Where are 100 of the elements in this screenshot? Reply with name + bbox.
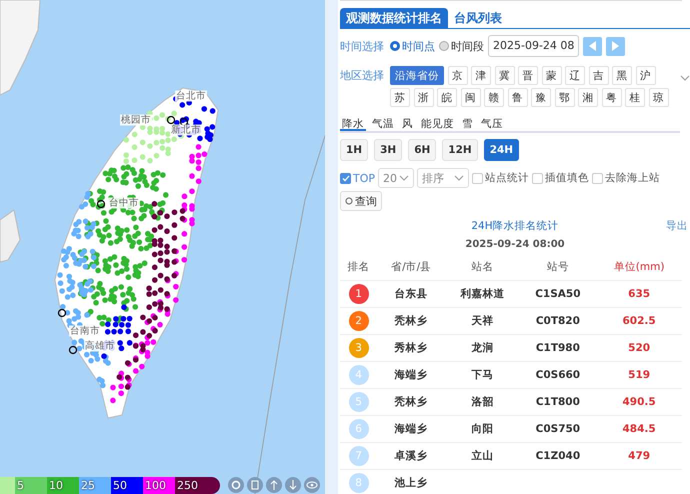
duration-button[interactable]: 24H xyxy=(484,139,520,161)
element-tab[interactable]: 雪 xyxy=(460,118,475,131)
duration-button[interactable]: 6H xyxy=(408,139,436,161)
next-button[interactable] xyxy=(606,36,626,56)
region-chip[interactable]: 吉 xyxy=(588,66,608,85)
column-header: 单位(mm) xyxy=(596,254,682,280)
element-tab[interactable]: 气温 xyxy=(370,118,396,131)
ranking-title: 24H降水排名统计 xyxy=(470,220,560,232)
duration-button[interactable]: 12H xyxy=(442,139,478,161)
region-chip[interactable]: 粤 xyxy=(602,88,622,107)
legend-swatch: 100 xyxy=(143,477,175,494)
table-cell: 立山 xyxy=(445,442,520,470)
region-chip[interactable]: 赣 xyxy=(484,88,504,107)
tab[interactable]: 台风列表 xyxy=(448,8,508,28)
previous-button[interactable] xyxy=(583,36,602,56)
table-cell: 635 xyxy=(596,280,682,308)
column-header: 排名 xyxy=(340,254,378,280)
settings-button[interactable] xyxy=(228,477,244,493)
region-chip[interactable]: 津 xyxy=(471,66,491,85)
table-cell: 卓溪乡 xyxy=(377,442,446,470)
table-cell: 向阳 xyxy=(445,416,520,442)
table-cell: C0S660 xyxy=(520,362,596,388)
table-cell: 下马 xyxy=(445,362,520,388)
region-chip[interactable]: 沪 xyxy=(636,66,656,85)
city-label: 新北市 xyxy=(170,124,202,136)
chevron-down-icon xyxy=(399,175,410,181)
region-chip[interactable]: 浙 xyxy=(414,88,434,107)
element-tab[interactable]: 风 xyxy=(400,118,415,131)
region-chip[interactable]: 辽 xyxy=(565,66,585,85)
table-cell: C0T820 xyxy=(520,308,596,334)
option-checkbox[interactable]: 插值填色 xyxy=(532,171,590,185)
city-label: 高雄市 xyxy=(84,340,116,352)
ranking-date: 2025-09-24 08:00 xyxy=(464,238,566,252)
duration-button[interactable]: 1H xyxy=(340,139,368,161)
column-header: 站名 xyxy=(445,254,520,280)
region-chip[interactable]: 湘 xyxy=(578,88,598,107)
table-cell: 秀林乡 xyxy=(377,334,446,362)
rank-badge: 3 xyxy=(348,338,369,358)
region-chip[interactable]: 闽 xyxy=(460,88,480,107)
element-tab[interactable]: 能见度 xyxy=(419,118,456,131)
table-cell: 海端乡 xyxy=(377,416,446,442)
table-cell: C0S750 xyxy=(520,416,596,442)
region-chip[interactable]: 黑 xyxy=(612,66,632,85)
table-cell: 602.5 xyxy=(596,308,682,334)
table-cell: 479 xyxy=(596,442,682,470)
date-field[interactable]: 2025-09-24 08 xyxy=(488,35,580,57)
arrow-down-icon xyxy=(289,480,297,490)
table-cell: 海端乡 xyxy=(377,362,446,388)
time-label: 时间选择 xyxy=(340,38,384,54)
table-cell: 池上乡 xyxy=(377,470,446,494)
rank-badge: 8 xyxy=(348,473,369,493)
region-chip[interactable]: 晋 xyxy=(518,66,538,85)
tab[interactable]: 观测数据统计排名 xyxy=(340,8,448,28)
eye-icon xyxy=(306,481,318,489)
count-select[interactable]: 20 xyxy=(378,168,414,188)
rank-badge: 4 xyxy=(348,365,369,385)
region-chip[interactable]: 鄂 xyxy=(554,88,574,107)
arrow-up-icon xyxy=(270,480,278,490)
table-cell: 484.5 xyxy=(596,416,682,442)
duration-button[interactable]: 3H xyxy=(374,139,402,161)
option-checkbox[interactable]: 站点统计 xyxy=(472,171,530,185)
region-chip[interactable]: 苏 xyxy=(390,88,410,107)
rank-badge: 5 xyxy=(348,392,369,412)
table-cell: C1Z040 xyxy=(520,442,596,470)
region-label: 地区选择 xyxy=(340,68,384,84)
region-chip[interactable]: 豫 xyxy=(531,88,551,107)
city-label: 台南市 xyxy=(69,326,101,336)
time-mode-radio[interactable]: 时间点 xyxy=(390,38,435,54)
option-checkbox[interactable]: 去除海上站 xyxy=(592,171,660,185)
legend-swatch: 10 xyxy=(47,477,79,494)
city-label: 桃园市 xyxy=(120,114,152,126)
sort-select[interactable]: 排序 xyxy=(417,168,470,188)
table-cell: 天祥 xyxy=(445,308,520,334)
check-icon xyxy=(342,174,350,182)
table-cell: C1SA50 xyxy=(520,280,596,308)
chevron-down-icon xyxy=(680,75,690,81)
caret-left-icon xyxy=(589,41,596,51)
down-button[interactable] xyxy=(285,477,301,493)
region-chip[interactable]: 冀 xyxy=(494,66,514,85)
region-chip[interactable]: 沿海省份 xyxy=(390,66,444,85)
up-button[interactable] xyxy=(266,477,282,493)
column-header: 站号 xyxy=(520,254,596,280)
region-chip[interactable]: 桂 xyxy=(625,88,645,107)
region-chip[interactable]: 鲁 xyxy=(508,88,528,107)
table-cell: 490.5 xyxy=(596,388,682,416)
query-button[interactable]: 查询 xyxy=(340,191,382,211)
delete-button[interactable] xyxy=(247,477,263,493)
visibility-button[interactable] xyxy=(304,477,320,493)
rank-badge: 6 xyxy=(348,419,369,439)
city-label: 台北市 xyxy=(175,90,207,102)
element-tab[interactable]: 气压 xyxy=(479,118,505,131)
region-chip[interactable]: 皖 xyxy=(437,88,457,107)
legend-swatch: 250 xyxy=(175,477,220,494)
element-tab[interactable]: 降水 xyxy=(340,118,366,131)
region-chip[interactable]: 蒙 xyxy=(542,66,562,85)
time-mode-radio[interactable]: 时间段 xyxy=(439,38,484,54)
region-chip[interactable]: 琼 xyxy=(648,88,668,107)
legend-swatch: 50 xyxy=(111,477,143,494)
caret-right-icon xyxy=(612,41,620,51)
region-chip[interactable]: 京 xyxy=(448,66,468,85)
